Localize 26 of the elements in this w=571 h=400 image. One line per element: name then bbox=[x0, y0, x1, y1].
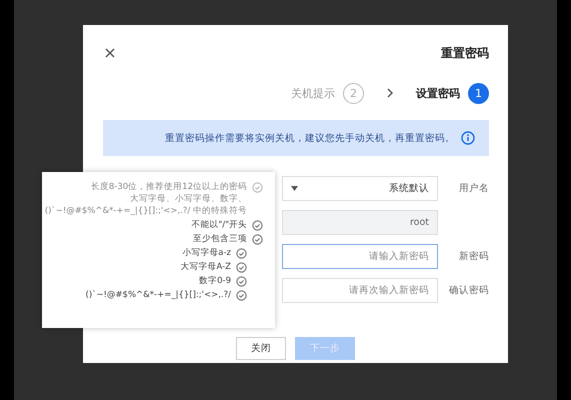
username-field: root bbox=[282, 210, 438, 235]
field-label: 用户名 bbox=[458, 182, 489, 195]
field-label: 确认密码 bbox=[448, 284, 489, 297]
dialog-title: 重置密码 bbox=[441, 44, 489, 62]
rule-text: 小写字母a-z bbox=[182, 248, 231, 259]
rule-text: 大写字母A-Z bbox=[180, 262, 231, 273]
step-label: 设置密码 bbox=[416, 86, 460, 100]
info-icon bbox=[461, 131, 475, 145]
rule-text: 大写字母、小写字母、数字、 bbox=[130, 194, 247, 205]
password-field[interactable]: 请输入新密码 bbox=[282, 244, 438, 269]
alert-text: 重置密码操作需要将实例关机，建议您先手动关机，再重置密码。 bbox=[165, 132, 455, 144]
rule-text: 不能以"/"开头 bbox=[191, 220, 247, 231]
rule-text: 数字0-9 bbox=[199, 276, 231, 287]
close-icon[interactable] bbox=[103, 46, 117, 60]
step-number: 1 bbox=[468, 82, 489, 104]
rule-text: ()`~!@#$%^&*-+=_|{}[]:;'<>,.?/ 中的特殊符号 bbox=[44, 206, 247, 217]
rule-text: ()`~!@#$%^&*-+=_|{}[]:;'<>,.?/ bbox=[86, 290, 231, 301]
field-label: 新密码 bbox=[458, 250, 489, 263]
account-select[interactable]: 系统默认 bbox=[282, 176, 438, 201]
step-label: 关机提示 bbox=[291, 86, 335, 100]
close-button[interactable]: 关闭 bbox=[236, 337, 286, 360]
rule-text: 长度8-30位，推荐使用12位以上的密码 bbox=[90, 182, 247, 193]
rule-text: 至少包含三项 bbox=[193, 234, 247, 245]
chevron-icon bbox=[386, 87, 394, 99]
step-number: 2 bbox=[343, 82, 364, 104]
dropdown-caret-icon bbox=[291, 186, 298, 191]
